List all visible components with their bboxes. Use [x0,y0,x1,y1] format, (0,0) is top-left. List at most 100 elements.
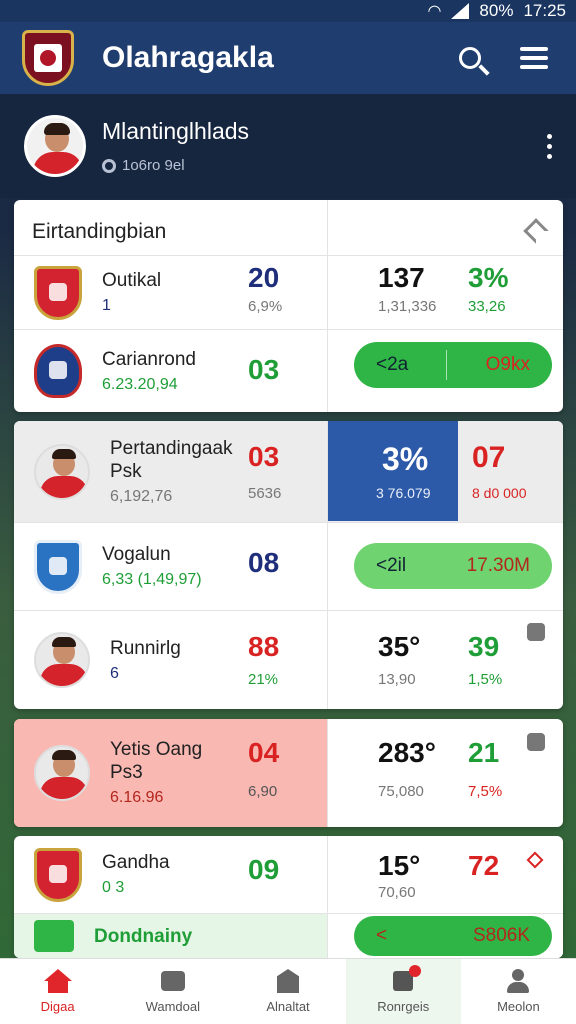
standings-card: Eirtandingbian Outikal 1 20 6,9% 137 1,3… [14,200,563,412]
stat-value-1: 15° [378,850,421,881]
nav-label: Ronrgeis [377,999,430,1014]
team-sub: 6,33 (1,49,97) [102,571,202,588]
team-crest-icon [34,344,82,398]
team-crest-icon [34,265,82,320]
primary-value: 09 [248,854,280,885]
list-item[interactable]: Pertandingaak Psk 6,192,76 03 5636 3% 3 … [14,421,563,523]
list-item[interactable]: Vogalun 6,33 (1,49,97) 08 <2il 17.30M [14,523,563,611]
nav-stats[interactable]: Alnaltat [230,959,345,1024]
list-item[interactable]: Runnirlg 6 88 21% 35° 13,90 39 1,5% [14,611,563,709]
primary-sub-value: 21% [248,671,279,688]
search-button[interactable] [450,38,490,78]
stat-sub-1: 3 76.079 [376,485,431,501]
clock: 17:25 [523,1,566,20]
team-sub: 1 [102,297,111,314]
list-item[interactable]: Carianrond 6.23.20,94 03 <2a O9kx [14,330,563,412]
nav-rankings[interactable]: Ronrgeis [345,959,461,1024]
primary-value: 03 [248,441,280,472]
team-crest-icon [34,539,82,594]
team-name: Outikal [102,270,162,291]
more-matches-card: Gandha 0 3 09 15° 70,60 72 Dondnainy < S… [14,836,563,958]
team-name: Dondnainy [94,925,193,947]
match-sub: 6.16.96 [110,789,164,806]
odds-pill[interactable]: < S806K [354,916,552,956]
player-sub: 6 [110,664,119,682]
nav-label: Alnaltat [266,999,310,1014]
list-item[interactable]: Dondnainy < S806K [14,914,563,958]
avatar[interactable] [24,115,86,177]
stat-sub-1: 70,60 [378,884,416,901]
pill-left-label: <2a [376,354,409,375]
stat-sub-2: 8 d0 000 [472,485,527,501]
team-crest-icon [34,847,82,902]
highlight-stat-box[interactable]: 3% 3 76.079 [328,421,458,521]
player-avatar [34,443,90,500]
stat-value-2: 21 [468,737,500,768]
list-item[interactable]: Outikal 1 20 6,9% 137 1,31,336 3% 33,26 [14,256,563,330]
share-icon[interactable] [523,218,549,244]
stat-sub-1: 1,31,336 [378,298,437,315]
stat-sub-2: 33,26 [468,298,506,315]
nav-label: Digaa [40,999,75,1014]
hamburger-icon [520,47,548,69]
stat-sub-2: 1,5% [468,671,503,688]
more-options-icon[interactable] [547,133,552,159]
odds-pill[interactable]: <2a O9kx [354,342,552,388]
search-icon [459,47,481,69]
pill-right-label: S806K [472,925,530,946]
profile-name: Mlantinglhlads [102,118,250,144]
diamond-icon[interactable] [526,851,544,869]
person-icon [504,969,532,993]
stat-value-1: 3% [382,441,429,477]
nav-profile[interactable]: Meolon [461,959,576,1024]
odds-pill[interactable]: <2il 17.30M [354,543,552,589]
primary-sub-value: 5636 [248,485,282,502]
primary-value: 08 [248,547,280,578]
profile-header: Mlantinglhlads 1o6ro 9el [0,94,576,198]
battery-level: 80% [479,1,514,20]
nav-label: Meolon [497,999,540,1014]
team-sub: 0 3 [102,879,125,896]
match-name: Pertandingaak Psk [110,437,233,482]
app-bar: Olahragakla [0,22,576,94]
stat-sub-1: 75,080 [378,783,424,800]
nav-label: Wamdoal [145,999,201,1014]
list-item[interactable]: Gandha 0 3 09 15° 70,60 72 [14,836,563,914]
primary-sub-value: 6,90 [248,783,278,800]
stat-value-2: 3% [468,262,509,293]
primary-value: 04 [248,737,280,768]
club-crest-logo[interactable] [22,30,74,86]
box-icon [159,969,187,993]
lock-icon[interactable] [527,733,545,751]
stat-value-1: 35° [378,631,421,662]
lock-icon[interactable] [527,623,545,641]
card-title: Eirtandingbian [32,220,167,243]
team-crest-icon [34,920,74,952]
player-avatar [34,745,90,801]
profile-subtitle: 1o6ro 9el [122,157,185,174]
pill-right-label: 17.30M [466,555,530,576]
wifi-icon: ◠ [427,3,442,20]
signal-icon [451,3,470,19]
player-avatar [34,632,90,688]
primary-sub-value: 6,9% [248,298,283,315]
menu-button[interactable] [514,38,554,78]
stat-sub-1: 13,90 [378,671,416,688]
team-name: Carianrond [102,348,196,370]
player-name: Runnirlg [110,637,181,659]
badge-icon [274,969,302,993]
team-name: Gandha [102,852,170,873]
stat-value-1: 137 [378,262,425,293]
nav-home[interactable]: Digaa [0,959,115,1024]
featured-match-card: Yetis Oang Ps3 6.16.96 04 6,90 283° 75,0… [14,719,563,827]
primary-value: 88 [248,631,280,662]
notification-dot [409,965,422,977]
stat-value-2: 07 [472,441,506,474]
list-item[interactable]: Yetis Oang Ps3 6.16.96 04 6,90 283° 75,0… [14,719,563,827]
nav-matches[interactable]: Wamdoal [115,959,230,1024]
matches-card: Pertandingaak Psk 6,192,76 03 5636 3% 3 … [14,421,563,709]
pill-left-label: <2il [376,555,407,576]
pill-left-label: < [376,925,388,946]
bottom-navigation: Digaa Wamdoal Alnaltat Ronrgeis Meolon [0,958,576,1024]
trophy-icon [389,965,422,993]
